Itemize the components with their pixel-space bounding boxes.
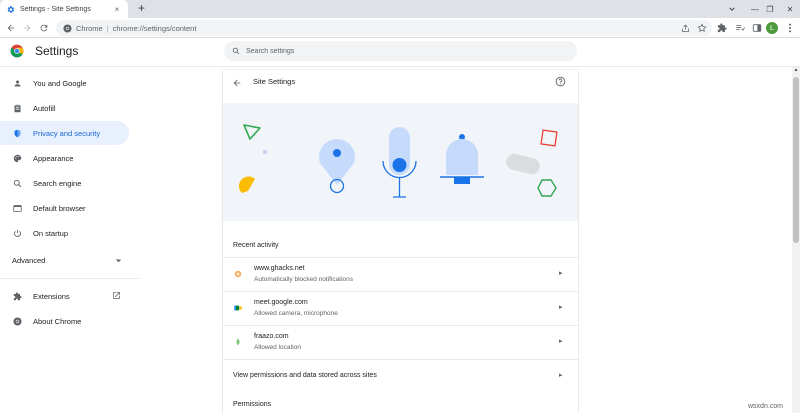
gear-icon — [6, 5, 15, 14]
new-tab-button[interactable]: + — [135, 2, 148, 15]
site-name: fraazo.com — [254, 333, 289, 340]
open-in-new-icon — [112, 291, 121, 302]
power-icon — [12, 228, 22, 238]
site-name: www.ghacks.net — [254, 265, 305, 272]
side-panel-icon[interactable] — [750, 21, 764, 35]
tab-title: Settings - Site Settings — [20, 5, 91, 13]
reload-icon[interactable] — [37, 21, 51, 35]
search-box[interactable] — [224, 41, 577, 61]
sidebar-item-you-and-google[interactable]: You and Google — [0, 71, 129, 95]
profile-avatar[interactable]: L — [766, 22, 778, 34]
watermark: wsxdn.com — [748, 403, 784, 410]
permissions-title: Permissions — [233, 401, 272, 408]
sidebar-item-label: Extensions — [33, 291, 70, 301]
address-bar[interactable]: Chrome | chrome://settings/content — [56, 20, 712, 36]
site-settings-card: Site Settings Recent activity www.ghacks… — [223, 70, 578, 413]
omnibox-url[interactable]: chrome://settings/content — [113, 24, 197, 33]
site-permission-desc: Allowed camera, microphone — [254, 310, 338, 317]
palette-icon — [12, 153, 22, 163]
view-permissions-row[interactable]: View permissions and data stored across … — [223, 359, 578, 393]
forward-arrow-icon[interactable] — [20, 21, 34, 35]
back-arrow-icon[interactable] — [232, 78, 244, 90]
omnibox-separator: | — [106, 23, 109, 33]
tab-strip: Settings - Site Settings × + — ❐ ✕ — [0, 0, 800, 18]
browser-toolbar: Chrome | chrome://settings/content L — [0, 18, 800, 38]
sidebar-item-label: Default browser — [33, 203, 86, 213]
meet-site-icon — [234, 305, 242, 311]
page-title: Settings — [35, 44, 79, 58]
recent-activity-row[interactable]: www.ghacks.net Automatically blocked not… — [223, 257, 578, 291]
close-tab-icon[interactable]: × — [112, 5, 122, 14]
sidebar-item-label: Autofill — [33, 103, 56, 113]
shield-icon — [12, 128, 22, 138]
puzzle-icon — [12, 291, 22, 301]
close-window-button[interactable]: ✕ — [776, 0, 800, 18]
card-title: Site Settings — [253, 77, 296, 86]
recent-activity-row[interactable]: meet.google.com Allowed camera, micropho… — [223, 291, 578, 325]
scroll-up-arrow[interactable]: ▲ — [792, 67, 800, 75]
sidebar-item-on-startup[interactable]: On startup — [0, 221, 129, 245]
fraazo-site-icon — [236, 338, 240, 346]
search-input[interactable] — [246, 47, 546, 55]
more-vert-icon[interactable] — [783, 21, 797, 35]
sidebar-item-appearance[interactable]: Appearance — [0, 146, 129, 170]
back-arrow-icon[interactable] — [4, 21, 18, 35]
clipboard-icon — [12, 103, 22, 113]
recent-activity-title: Recent activity — [233, 242, 279, 249]
arrow-right-icon: ▸ — [559, 338, 563, 345]
view-permissions-label: View permissions and data stored across … — [233, 372, 377, 379]
site-permission-desc: Allowed location — [254, 344, 301, 351]
sidebar-item-privacy-and-security[interactable]: Privacy and security — [0, 121, 129, 145]
arrow-right-icon: ▸ — [559, 304, 563, 311]
sidebar-item-label: About Chrome — [33, 316, 82, 326]
ghacks-site-icon — [234, 270, 242, 278]
arrow-right-icon: ▸ — [559, 372, 563, 379]
sidebar-item-about-chrome[interactable]: About Chrome — [0, 309, 129, 333]
arrow-right-icon: ▸ — [559, 270, 563, 277]
scrollbar-thumb[interactable] — [793, 77, 799, 243]
sidebar-item-autofill[interactable]: Autofill — [0, 96, 129, 120]
help-icon[interactable] — [555, 76, 567, 88]
advanced-toggle[interactable]: Advanced — [12, 253, 122, 267]
chrome-icon — [12, 316, 22, 326]
recent-activity-row[interactable]: fraazo.com Allowed location ▸ — [223, 325, 578, 359]
star-icon[interactable] — [695, 21, 709, 35]
search-icon — [12, 178, 22, 188]
card-header: Site Settings — [223, 70, 578, 103]
illustration-graphic — [238, 124, 558, 198]
site-permission-desc: Automatically blocked notifications — [254, 276, 353, 283]
chevron-down-icon — [116, 258, 121, 262]
sidebar-item-extensions[interactable]: Extensions — [0, 284, 129, 308]
sidebar: You and Google Autofill Privacy and secu… — [0, 67, 140, 413]
site-settings-illustration — [223, 103, 578, 221]
chrome-logo-icon — [10, 44, 24, 58]
share-icon[interactable] — [678, 21, 692, 35]
advanced-label: Advanced — [12, 255, 46, 265]
sidebar-item-label: Search engine — [33, 178, 82, 188]
person-icon — [12, 78, 22, 88]
omnibox-site: Chrome — [76, 23, 103, 33]
sidebar-item-default-browser[interactable]: Default browser — [0, 196, 129, 220]
reading-list-icon[interactable] — [733, 21, 747, 35]
sidebar-item-label: Privacy and security — [33, 128, 101, 138]
extensions-puzzle-icon[interactable] — [715, 21, 729, 35]
browser-icon — [12, 203, 22, 213]
sidebar-item-search-engine[interactable]: Search engine — [0, 171, 129, 195]
sidebar-divider — [0, 278, 140, 279]
sidebar-item-label: On startup — [33, 228, 69, 238]
site-name: meet.google.com — [254, 299, 308, 306]
sidebar-item-label: You and Google — [33, 78, 87, 88]
settings-header: Settings — [0, 38, 800, 67]
chrome-site-icon — [63, 23, 72, 33]
sidebar-item-label: Appearance — [33, 153, 74, 163]
search-icon — [232, 47, 240, 55]
tab-settings[interactable]: Settings - Site Settings × — [0, 0, 128, 18]
